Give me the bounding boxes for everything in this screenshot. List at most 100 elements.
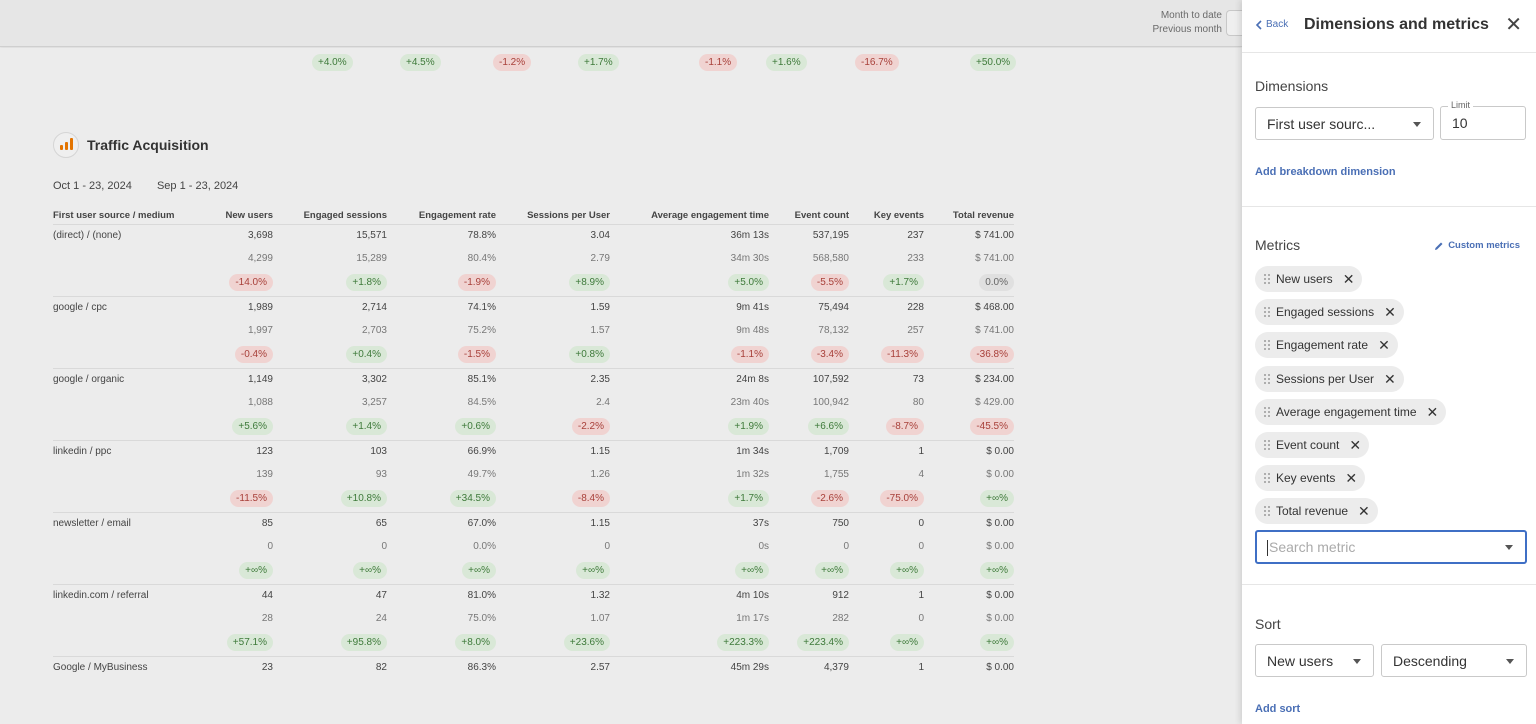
- metric-chip-label: Average engagement time: [1276, 405, 1417, 419]
- table-row-previous: 1,088 3,257 84.5% 2.4 23m 40s 100,942 80 $ 429.…: [53, 391, 1014, 414]
- delta-chip: +8.0%: [455, 634, 496, 652]
- drag-handle-icon[interactable]: [1264, 274, 1270, 284]
- metric-chip[interactable]: Engagement rate ✕: [1255, 332, 1398, 358]
- delta-chip: -8.4%: [571, 490, 610, 508]
- remove-icon[interactable]: ✕: [1345, 471, 1357, 485]
- divider: [1242, 584, 1536, 585]
- dimension-select[interactable]: First user sourc...: [1255, 107, 1434, 140]
- delta-cell: -1.9%: [387, 270, 496, 297]
- column-header[interactable]: Total revenue: [924, 208, 1014, 225]
- source-medium-cell: linkedin.com / referral: [53, 589, 149, 601]
- delta-cell: +34.5%: [387, 486, 496, 513]
- previous-value-cell: 24: [375, 613, 387, 624]
- metric-chip[interactable]: Key events ✕: [1255, 465, 1366, 491]
- remove-icon[interactable]: ✕: [1427, 405, 1439, 419]
- current-value-cell: 81.0%: [467, 590, 496, 602]
- delta-cell: -45.5%: [924, 414, 1014, 441]
- delta-chip: -1.1%: [699, 54, 738, 71]
- close-icon[interactable]: ✕: [1505, 15, 1522, 35]
- drag-handle-icon[interactable]: [1264, 473, 1270, 483]
- search-metric-input[interactable]: Search metric: [1255, 530, 1527, 564]
- delta-cell: 0.0%: [924, 270, 1014, 297]
- column-header[interactable]: First user source / medium: [53, 208, 203, 225]
- empty-cell: [53, 630, 203, 657]
- remove-icon[interactable]: ✕: [1384, 372, 1396, 386]
- source-medium-cell: google / organic: [53, 373, 125, 385]
- metric-chip[interactable]: New users ✕: [1255, 266, 1363, 292]
- period-current: Oct 1 - 23, 2024: [53, 180, 132, 192]
- calendar-icon[interactable]: [1226, 10, 1242, 36]
- empty-cell: [53, 319, 203, 342]
- column-header[interactable]: Key events: [849, 208, 924, 225]
- metric-chip-label: New users: [1276, 272, 1333, 286]
- column-header[interactable]: Event count: [769, 208, 849, 225]
- delta-cell: +1.7%: [849, 270, 924, 297]
- delta-cell: +1.7%: [610, 486, 769, 513]
- limit-input[interactable]: 10: [1440, 106, 1526, 140]
- metric-chip-label: Event count: [1276, 438, 1340, 452]
- remove-icon[interactable]: ✕: [1343, 272, 1355, 286]
- current-value-cell: 85.1%: [467, 374, 496, 386]
- current-value-cell: 82: [375, 662, 387, 674]
- table-row-previous: 28 24 75.0% 1.07 1m 17s 282 0 $ 0.00: [53, 607, 1014, 630]
- column-header[interactable]: Average engagement time: [610, 208, 769, 225]
- divider: [1242, 206, 1536, 207]
- previous-value-cell: 257: [907, 325, 924, 336]
- delta-cell: +∞%: [924, 630, 1014, 657]
- current-value-cell: 3,698: [247, 230, 273, 242]
- table-row: google / cpc 1,989 2,714 74.1% 1.59 9m 41s 75,…: [53, 296, 1014, 319]
- delta-cell: +8.0%: [387, 630, 496, 657]
- table-row-previous: 139 93 49.7% 1.26 1m 32s 1,755 4 $ 0.00: [53, 463, 1014, 486]
- delta-chip: -36.8%: [970, 346, 1014, 364]
- sort-field-select[interactable]: New users: [1255, 644, 1374, 677]
- column-header[interactable]: New users: [203, 208, 273, 225]
- delta-chip: 0.0%: [979, 274, 1014, 292]
- previous-value-cell: $ 0.00: [986, 469, 1014, 480]
- previous-value-cell: 2,703: [361, 325, 387, 336]
- metric-chip[interactable]: Total revenue ✕: [1255, 498, 1378, 524]
- drag-handle-icon[interactable]: [1264, 506, 1270, 516]
- card-title: Traffic Acquisition: [87, 137, 209, 153]
- custom-metrics-link[interactable]: Custom metrics: [1434, 240, 1520, 251]
- delta-chip: -1.9%: [457, 274, 496, 292]
- add-breakdown-dimension-link[interactable]: Add breakdown dimension: [1255, 166, 1396, 178]
- current-value-cell: 1,709: [823, 446, 849, 458]
- current-value-cell: 47: [375, 590, 387, 602]
- current-value-cell: 23: [261, 662, 273, 674]
- drag-handle-icon[interactable]: [1264, 407, 1270, 417]
- metric-chip[interactable]: Event count ✕: [1255, 432, 1370, 458]
- sort-order-select[interactable]: Descending: [1381, 644, 1527, 677]
- current-value-cell: 4,379: [823, 662, 849, 674]
- drag-handle-icon[interactable]: [1264, 307, 1270, 317]
- date-range-selector[interactable]: Month to date Previous month: [1153, 9, 1222, 37]
- empty-cell: [53, 607, 203, 630]
- delta-chip: +0.4%: [346, 346, 387, 364]
- remove-icon[interactable]: ✕: [1349, 438, 1361, 452]
- remove-icon[interactable]: ✕: [1358, 504, 1370, 518]
- metric-chip[interactable]: Average engagement time ✕: [1255, 399, 1447, 425]
- column-header[interactable]: Engaged sessions: [273, 208, 387, 225]
- delta-chip: +1.7%: [728, 490, 769, 508]
- current-value-cell: 1: [918, 662, 924, 674]
- drag-handle-icon[interactable]: [1264, 374, 1270, 384]
- delta-cell: +5.0%: [610, 270, 769, 297]
- delta-chip: +∞%: [890, 634, 924, 652]
- previous-value-cell: 0: [267, 541, 273, 552]
- column-header[interactable]: Sessions per User: [496, 208, 610, 225]
- previous-value-cell: 28: [261, 613, 273, 624]
- remove-icon[interactable]: ✕: [1378, 338, 1390, 352]
- add-sort-link[interactable]: Add sort: [1255, 703, 1300, 715]
- delta-chip: +1.9%: [728, 418, 769, 436]
- delta-cell: +∞%: [769, 558, 849, 585]
- metric-chip[interactable]: Engaged sessions ✕: [1255, 299, 1404, 325]
- delta-cell: +10.8%: [273, 486, 387, 513]
- current-value-cell: $ 0.00: [986, 518, 1014, 530]
- metric-chip[interactable]: Sessions per User ✕: [1255, 366, 1404, 392]
- previous-value-cell: 15,289: [356, 253, 387, 264]
- current-value-cell: $ 741.00: [975, 230, 1014, 242]
- drag-handle-icon[interactable]: [1264, 440, 1270, 450]
- drag-handle-icon[interactable]: [1264, 340, 1270, 350]
- back-button[interactable]: Back: [1255, 19, 1288, 30]
- remove-icon[interactable]: ✕: [1384, 305, 1396, 319]
- column-header[interactable]: Engagement rate: [387, 208, 496, 225]
